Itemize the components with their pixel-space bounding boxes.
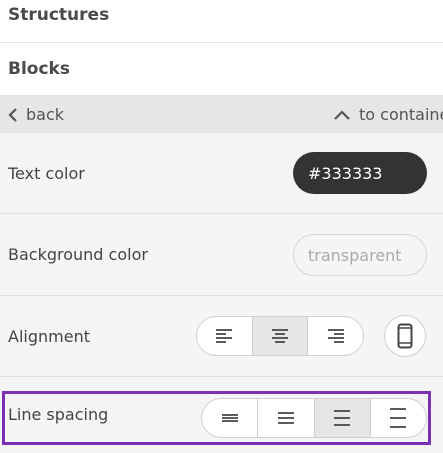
alignment-row: Alignment	[0, 296, 443, 377]
align-left-button[interactable]	[197, 317, 253, 355]
back-label: back	[26, 105, 65, 124]
block-settings-panel: Text color #333333 Background color tran…	[0, 133, 443, 453]
to-container-button[interactable]: to containe	[334, 105, 443, 124]
align-center-button[interactable]	[252, 317, 309, 355]
background-color-row: Background color transparent	[0, 214, 443, 296]
line-spacing-normal-icon	[277, 412, 294, 424]
line-spacing-wide-button[interactable]	[371, 399, 426, 437]
blocks-label: Blocks	[8, 59, 70, 79]
back-button[interactable]: back	[8, 105, 64, 124]
align-right-icon	[327, 329, 344, 343]
background-color-value: transparent	[308, 245, 402, 265]
background-color-label: Background color	[8, 245, 148, 264]
line-spacing-tight-icon	[221, 414, 238, 422]
alignment-label: Alignment	[8, 326, 90, 346]
chevron-up-icon	[334, 109, 350, 120]
line-spacing-toggle-group	[201, 398, 427, 438]
text-color-value: #333333	[308, 163, 383, 183]
alignment-toggle-group	[196, 316, 364, 356]
line-spacing-medium-button[interactable]	[314, 399, 371, 437]
section-header-blocks[interactable]: Blocks	[0, 43, 443, 96]
align-center-icon	[272, 329, 288, 343]
align-left-icon	[216, 329, 233, 343]
text-color-row: Text color #333333	[0, 133, 443, 214]
line-spacing-label: Line spacing	[8, 405, 109, 424]
line-spacing-medium-icon	[334, 410, 351, 426]
mobile-phone-icon	[397, 323, 413, 349]
section-header-structures[interactable]: Structures	[0, 0, 443, 43]
structures-label: Structures	[8, 5, 110, 25]
chevron-left-icon	[8, 107, 17, 122]
background-color-picker[interactable]: transparent	[293, 234, 427, 276]
line-spacing-wide-icon	[390, 408, 407, 428]
align-right-button[interactable]	[308, 317, 363, 355]
text-color-label: Text color	[8, 163, 85, 183]
line-spacing-normal-button[interactable]	[258, 399, 315, 437]
block-nav-bar: back to containe	[0, 96, 443, 133]
line-spacing-row: Line spacing	[0, 377, 443, 453]
text-color-picker[interactable]: #333333	[293, 152, 427, 194]
line-spacing-tight-button[interactable]	[202, 399, 259, 437]
to-container-label: to containe	[359, 105, 443, 124]
mobile-view-toggle[interactable]	[384, 315, 426, 357]
